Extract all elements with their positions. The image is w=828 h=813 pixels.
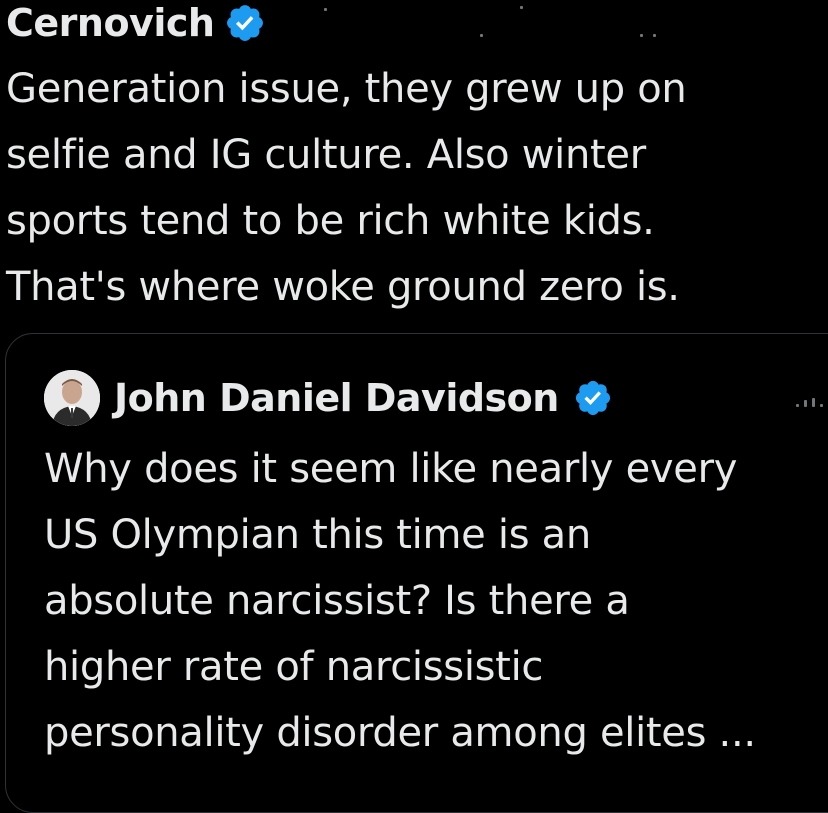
author-name[interactable]: Cernovich [6,2,215,44]
quoted-author-name[interactable]: John Daniel Davidson [114,377,559,419]
tweet-text: Generation issue, they grew up on selfie… [6,56,816,320]
quoted-text-line: US Olympian this time is an [44,512,591,558]
verified-badge-icon[interactable] [573,378,613,418]
tweet-text-line: sports tend to be rich white kids. [6,198,655,244]
tweet-text-line: That's where woke ground zero is. [6,264,680,310]
quoted-tweet-meta-faded [796,394,828,414]
tweet-text-line: selfie and IG culture. Also winter [6,132,646,178]
quoted-text-line: Why does it seem like nearly every [44,446,738,492]
quoted-tweet-text: Why does it seem like nearly every US Ol… [44,436,828,766]
quoted-tweet-header: John Daniel Davidson [44,370,613,426]
tweet-text-line: Generation issue, they grew up on [6,66,687,112]
quoted-text-line: personality disorder among elites ... [44,710,756,756]
avatar[interactable] [44,370,100,426]
verified-badge-icon[interactable] [224,2,266,44]
tweet: Cernovich Generation issue, they grew up… [0,0,828,813]
quoted-text-line: higher rate of narcissistic [44,644,544,690]
tweet-meta-faded [320,6,660,37]
quoted-tweet-card[interactable]: John Daniel Davidson Why does it seem li… [5,333,828,813]
tweet-header: Cernovich [6,0,266,46]
quoted-text-line: absolute narcissist? Is there a [44,578,630,624]
